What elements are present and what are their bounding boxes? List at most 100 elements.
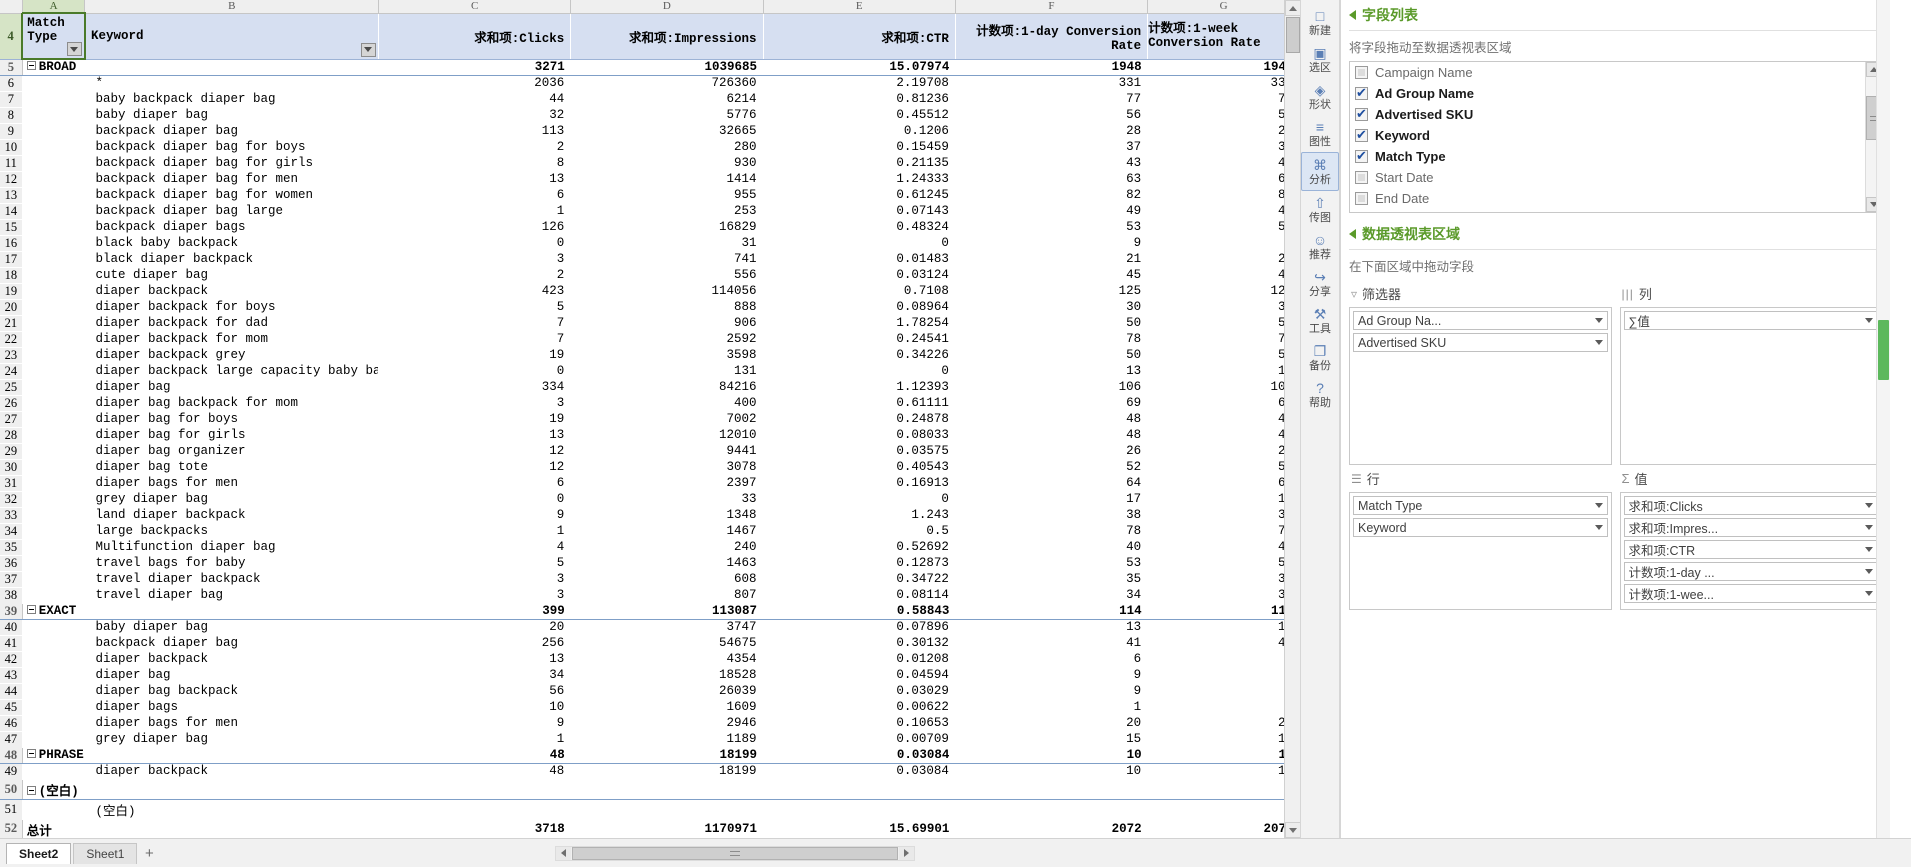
cell-match-type[interactable]: (空白)	[22, 778, 85, 800]
cell-ctr[interactable]: 0.07896	[763, 619, 955, 635]
cell-clicks[interactable]: 4	[378, 539, 570, 555]
pane-scrollbar[interactable]	[1876, 0, 1890, 838]
cell-ctr[interactable]: 0.1206	[763, 123, 955, 139]
group-row[interactable]: 50 (空白)	[0, 778, 1300, 800]
cell-1day-conversion-rate[interactable]: 9	[955, 667, 1147, 683]
cell-1week-conversion-rate[interactable]: 69	[1148, 395, 1300, 411]
cell-1day-conversion-rate[interactable]: 331	[955, 75, 1147, 91]
scroll-down-button[interactable]	[1285, 822, 1300, 838]
table-row[interactable]: 47grey diaper bag111890.007091515	[0, 731, 1300, 747]
cell-keyword[interactable]: diaper bag	[85, 379, 379, 395]
cell-match-type[interactable]	[22, 283, 85, 299]
cell-1day-conversion-rate[interactable]: 41	[955, 635, 1147, 651]
cell-keyword[interactable]: diaper bags	[85, 699, 379, 715]
cell-keyword[interactable]: diaper bag backpack for mom	[85, 395, 379, 411]
value-chip[interactable]: 计数项:1-day ...	[1623, 562, 1878, 581]
cell-1week-conversion-rate[interactable]: 10	[1148, 763, 1300, 779]
field-list-item[interactable]: Clicks	[1350, 209, 1865, 212]
cell-1week-conversion-rate[interactable]: 9	[1148, 683, 1300, 699]
header-cell-ctr[interactable]: 求和项:CTR	[763, 13, 956, 60]
chevron-down-icon[interactable]	[1865, 547, 1873, 552]
cell-impressions[interactable]: 26039	[571, 683, 763, 699]
select-all-corner[interactable]	[0, 0, 23, 14]
header-cell-1week-conversion-rate[interactable]: 计数项:1-week Conversion Rate	[1147, 13, 1300, 60]
cell-match-type[interactable]	[22, 619, 85, 635]
tool-rail-item-share[interactable]: ↪ 分享	[1301, 265, 1339, 302]
cell-keyword[interactable]: baby backpack diaper bag	[85, 91, 379, 107]
value-chip[interactable]: 计数项:1-wee...	[1623, 584, 1878, 603]
cell-impressions[interactable]: 18528	[571, 667, 763, 683]
cell-keyword[interactable]: diaper bags for men	[85, 715, 379, 731]
cell-clicks[interactable]: 9	[378, 507, 570, 523]
table-row[interactable]: 17black diaper backpack37410.014832121	[0, 251, 1300, 267]
column-header-d[interactable]: D	[570, 0, 764, 14]
column-header-e[interactable]: E	[763, 0, 956, 14]
cell-keyword[interactable]: diaper bags for men	[85, 475, 379, 491]
cell-keyword[interactable]: diaper backpack for boys	[85, 299, 379, 315]
cell-match-type[interactable]	[22, 523, 85, 539]
row-number[interactable]: 34	[0, 523, 23, 539]
checkbox-checked-icon[interactable]	[1355, 127, 1368, 143]
sheet-tab-sheet1[interactable]: Sheet1	[73, 842, 138, 864]
cell-keyword[interactable]: grey diaper bag	[85, 731, 379, 747]
cell-1week-conversion-rate[interactable]: 2072	[1147, 818, 1300, 838]
cell-clicks[interactable]: 13	[378, 427, 570, 443]
cell-clicks[interactable]: 256	[378, 635, 570, 651]
cell-ctr[interactable]: 15.07974	[763, 58, 956, 76]
cell-1week-conversion-rate[interactable]: 50	[1148, 347, 1300, 363]
cell-1week-conversion-rate[interactable]: 78	[1148, 523, 1300, 539]
cell-clicks[interactable]: 19	[378, 411, 570, 427]
cell-1day-conversion-rate[interactable]: 53	[955, 555, 1147, 571]
cell-1week-conversion-rate[interactable]: 52	[1148, 459, 1300, 475]
cell-ctr[interactable]: 0	[763, 235, 955, 251]
cell-impressions[interactable]: 608	[571, 571, 763, 587]
cell-1day-conversion-rate[interactable]: 10	[955, 763, 1147, 779]
cell-1day-conversion-rate[interactable]: 69	[955, 395, 1147, 411]
cell-match-type[interactable]: 总计	[22, 818, 85, 838]
cell-impressions[interactable]	[570, 778, 764, 800]
cell-impressions[interactable]: 1170971	[570, 818, 764, 838]
chevron-down-icon[interactable]	[1594, 340, 1603, 345]
cell-ctr[interactable]: 0.08033	[763, 427, 955, 443]
cell-impressions[interactable]: 5776	[571, 107, 763, 123]
cell-keyword[interactable]: diaper backpack large capacity baby bag	[85, 363, 379, 379]
row-number[interactable]: 23	[0, 347, 23, 363]
row-number[interactable]: 27	[0, 411, 23, 427]
cell-1day-conversion-rate[interactable]: 40	[955, 539, 1147, 555]
cell-ctr[interactable]: 0	[763, 363, 955, 379]
value-chip[interactable]: 求和项:Clicks	[1623, 496, 1878, 515]
cell-1day-conversion-rate[interactable]: 30	[955, 299, 1147, 315]
cell-match-type[interactable]	[22, 267, 85, 283]
row-number[interactable]: 19	[0, 283, 23, 299]
cell-ctr[interactable]: 1.12393	[763, 379, 955, 395]
cell-impressions[interactable]: 807	[571, 587, 763, 603]
cell-keyword[interactable]	[84, 602, 379, 620]
cell-1day-conversion-rate[interactable]: 17	[955, 491, 1147, 507]
cell-1day-conversion-rate[interactable]: 28	[955, 123, 1147, 139]
cell-1day-conversion-rate[interactable]: 9	[955, 683, 1147, 699]
cell-impressions[interactable]: 3598	[571, 347, 763, 363]
cell-1week-conversion-rate[interactable]: 125	[1148, 283, 1300, 299]
cell-match-type[interactable]	[22, 91, 85, 107]
cell-1week-conversion-rate[interactable]: 30	[1148, 299, 1300, 315]
cell-keyword[interactable]: land diaper backpack	[85, 507, 379, 523]
row-number[interactable]: 29	[0, 443, 23, 459]
cell-keyword[interactable]: (空白)	[85, 799, 379, 819]
cell-clicks[interactable]: 2036	[378, 75, 570, 91]
cell-1day-conversion-rate[interactable]: 56	[955, 107, 1147, 123]
checkbox-checked-icon[interactable]	[1355, 148, 1368, 164]
cell-match-type[interactable]: EXACT	[22, 602, 85, 620]
cell-ctr[interactable]: 0.45512	[763, 107, 955, 123]
cell-keyword[interactable]: backpack diaper bag	[85, 635, 379, 651]
cell-impressions[interactable]: 2946	[571, 715, 763, 731]
checkbox-unchecked-icon[interactable]	[1355, 66, 1368, 79]
row-chip[interactable]: Match Type	[1353, 496, 1608, 515]
table-row[interactable]: 9backpack diaper bag113326650.12062828	[0, 123, 1300, 139]
cell-ctr[interactable]: 0.01483	[763, 251, 955, 267]
cell-keyword[interactable]: diaper bag for girls	[85, 427, 379, 443]
cell-impressions[interactable]: 955	[571, 187, 763, 203]
tool-rail-item-help[interactable]: ? 帮助	[1301, 376, 1339, 413]
cell-1week-conversion-rate[interactable]: 56	[1148, 107, 1300, 123]
row-number[interactable]: 45	[0, 699, 23, 715]
cell-keyword[interactable]: travel bags for baby	[85, 555, 379, 571]
